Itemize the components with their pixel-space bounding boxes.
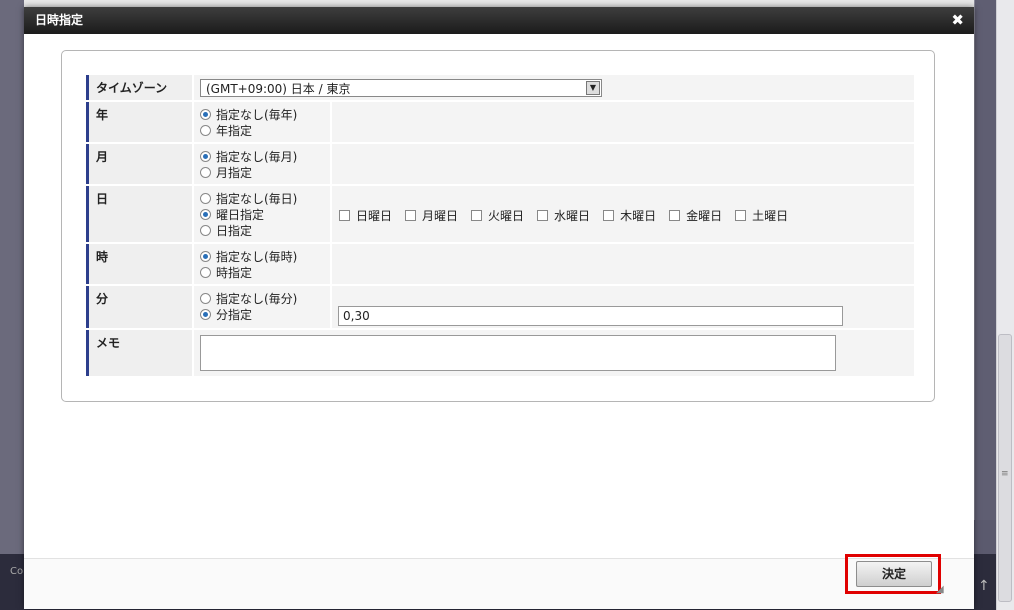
resize-grip-icon[interactable]: ◢ <box>936 585 948 597</box>
radio-button[interactable] <box>200 308 211 320</box>
minute-input[interactable]: 0,30 <box>338 306 843 326</box>
radio-button[interactable] <box>200 150 211 162</box>
day-option-weekday[interactable]: 曜日指定 <box>200 206 330 222</box>
checkbox[interactable] <box>405 210 417 221</box>
checkbox[interactable] <box>735 210 747 221</box>
timezone-row: タイムゾーン (GMT+09:00) 日本 / 東京 ▼ <box>86 75 914 100</box>
day-option-date[interactable]: 日指定 <box>200 222 330 238</box>
weekday-sunday[interactable]: 日曜日 <box>339 207 392 224</box>
weekday-monday[interactable]: 月曜日 <box>405 207 458 224</box>
radio-button[interactable] <box>200 250 211 262</box>
timezone-label: タイムゾーン <box>86 75 192 100</box>
checkbox[interactable] <box>339 210 350 221</box>
minute-option-specify[interactable]: 分指定 <box>200 306 330 322</box>
close-icon[interactable]: ✖ <box>951 7 964 34</box>
minute-label: 分 <box>86 286 192 328</box>
scrollbar-grip-icon: ≡ <box>1001 469 1009 479</box>
schedule-form: タイムゾーン (GMT+09:00) 日本 / 東京 ▼ 年 指定なし(毎年) … <box>86 73 914 378</box>
month-options: 指定なし(毎月) 月指定 <box>192 144 330 184</box>
background-footer-text: Co <box>10 566 24 577</box>
minute-option-every[interactable]: 指定なし(毎分) <box>200 290 330 306</box>
year-options: 指定なし(毎年) 年指定 <box>192 102 330 142</box>
page-scrollbar-thumb[interactable] <box>998 334 1012 602</box>
radio-button[interactable] <box>200 224 211 236</box>
hour-row: 時 指定なし(毎時) 時指定 <box>86 244 914 284</box>
year-row: 年 指定なし(毎年) 年指定 <box>86 102 914 142</box>
checkbox[interactable] <box>471 210 483 221</box>
day-option-every[interactable]: 指定なし(毎日) <box>200 190 330 206</box>
scroll-top-arrow-icon[interactable]: ↑ <box>978 578 990 594</box>
timezone-select[interactable]: (GMT+09:00) 日本 / 東京 ▼ <box>200 79 602 97</box>
background-right-panel <box>974 0 997 520</box>
month-label: 月 <box>86 144 192 184</box>
memo-label: メモ <box>86 330 192 376</box>
minute-options: 指定なし(毎分) 分指定 <box>192 286 330 328</box>
dialog-footer <box>24 558 974 609</box>
dialog-title: 日時指定 <box>35 13 84 27</box>
hour-label: 時 <box>86 244 192 284</box>
day-label: 日 <box>86 186 192 242</box>
memo-textarea[interactable] <box>200 335 836 371</box>
radio-button[interactable] <box>200 208 211 220</box>
month-row: 月 指定なし(毎月) 月指定 <box>86 144 914 184</box>
hour-option-every[interactable]: 指定なし(毎時) <box>200 248 330 264</box>
radio-button[interactable] <box>200 266 211 278</box>
weekday-saturday[interactable]: 土曜日 <box>735 207 788 224</box>
radio-button[interactable] <box>200 166 211 178</box>
weekday-tuesday[interactable]: 火曜日 <box>471 207 524 224</box>
background-left-panel <box>0 0 24 554</box>
day-options: 指定なし(毎日) 曜日指定 日指定 <box>192 186 330 242</box>
hour-option-specify[interactable]: 時指定 <box>200 264 330 280</box>
weekday-panel: 日曜日 月曜日 火曜日 水曜日 木曜日 金曜日 土曜日 <box>330 186 914 242</box>
checkbox[interactable] <box>603 210 615 221</box>
radio-button[interactable] <box>200 192 211 204</box>
radio-button[interactable] <box>200 108 211 120</box>
minute-row: 分 指定なし(毎分) 分指定 0,30 <box>86 286 914 328</box>
month-option-every[interactable]: 指定なし(毎月) <box>200 148 330 164</box>
datetime-dialog: 日時指定 ✖ タイムゾーン (GMT+09:00) 日本 / 東京 ▼ 年 指定… <box>24 7 974 609</box>
memo-row: メモ <box>86 330 914 376</box>
year-option-specify[interactable]: 年指定 <box>200 122 330 138</box>
year-option-every[interactable]: 指定なし(毎年) <box>200 106 330 122</box>
form-panel: タイムゾーン (GMT+09:00) 日本 / 東京 ▼ 年 指定なし(毎年) … <box>61 50 935 402</box>
hour-options: 指定なし(毎時) 時指定 <box>192 244 330 284</box>
radio-button[interactable] <box>200 124 211 136</box>
checkbox[interactable] <box>669 210 681 221</box>
year-label: 年 <box>86 102 192 142</box>
chevron-down-icon[interactable]: ▼ <box>586 81 600 95</box>
weekday-friday[interactable]: 金曜日 <box>669 207 722 224</box>
ok-button[interactable]: 決定 <box>856 561 932 587</box>
weekday-wednesday[interactable]: 水曜日 <box>537 207 590 224</box>
dialog-header: 日時指定 ✖ <box>24 7 974 34</box>
month-option-specify[interactable]: 月指定 <box>200 164 330 180</box>
checkbox[interactable] <box>537 210 549 221</box>
radio-button[interactable] <box>200 292 211 304</box>
timezone-selected-value: (GMT+09:00) 日本 / 東京 <box>206 82 351 96</box>
day-row: 日 指定なし(毎日) 曜日指定 日指定 日曜日 月曜日 火曜日 水曜日 木曜日 … <box>86 186 914 242</box>
weekday-thursday[interactable]: 木曜日 <box>603 207 656 224</box>
